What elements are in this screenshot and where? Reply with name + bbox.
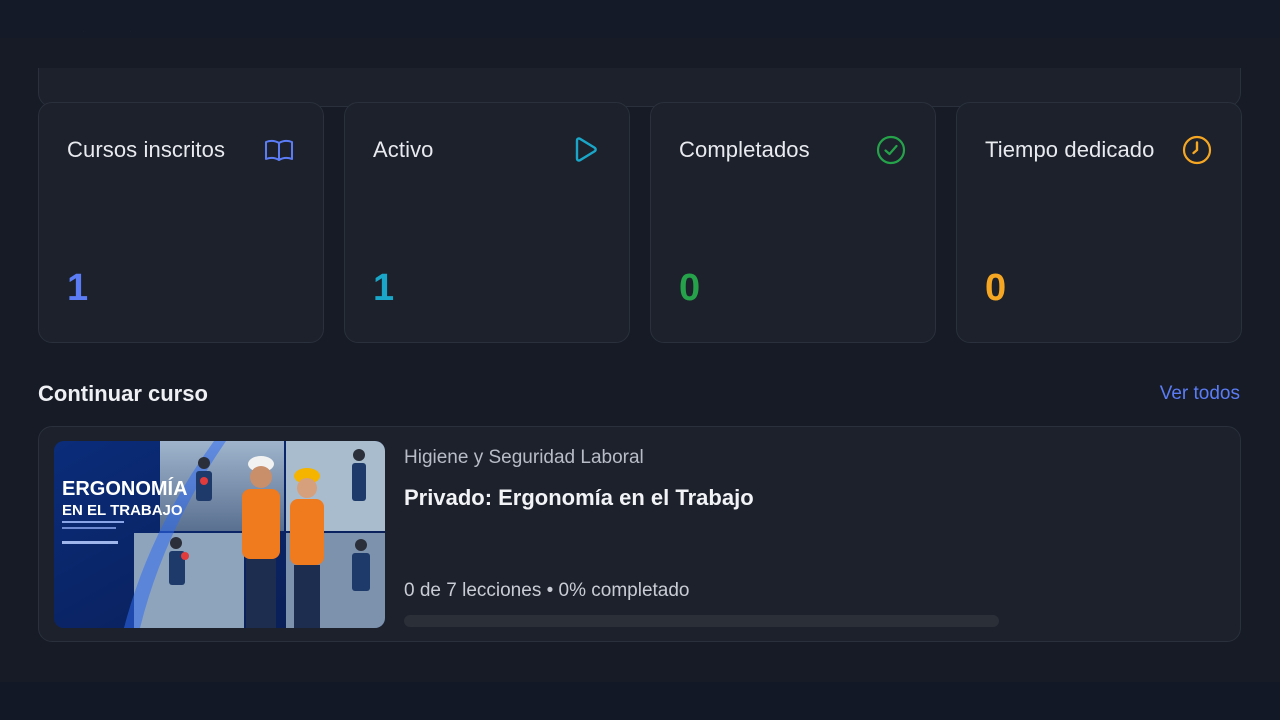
stat-card-time: Tiempo dedicado 0 xyxy=(956,102,1242,343)
stat-label: Cursos inscritos xyxy=(67,137,226,162)
stat-value: 1 xyxy=(67,267,89,309)
stat-card-enrolled: Cursos inscritos 1 xyxy=(38,102,324,343)
course-title[interactable]: Privado: Ergonomía en el Trabajo xyxy=(404,485,754,511)
check-circle-icon xyxy=(875,134,907,166)
stat-label: Completados xyxy=(679,137,810,162)
stat-label: Tiempo dedicado xyxy=(985,137,1155,162)
course-category: Higiene y Seguridad Laboral xyxy=(404,447,644,468)
stat-card-active: Activo 1 xyxy=(344,102,630,343)
stat-value: 0 xyxy=(679,267,701,309)
bottom-bar xyxy=(0,682,1280,720)
continue-section-title: Continuar curso xyxy=(38,381,208,406)
see-all-link[interactable]: Ver todos xyxy=(1160,383,1240,405)
thumbnail-title-line2: EN EL TRABAJO xyxy=(62,502,183,519)
stat-value: 1 xyxy=(373,267,395,309)
stat-label: Activo xyxy=(373,137,434,162)
course-thumbnail-illustration: ERGONOMÍA EN EL TRABAJO xyxy=(54,441,385,628)
course-progress-text: 0 de 7 lecciones • 0% completado xyxy=(404,580,690,601)
top-bar xyxy=(0,0,1280,38)
play-icon xyxy=(569,134,601,166)
stat-value: 0 xyxy=(985,267,1007,309)
course-thumbnail[interactable]: ERGONOMÍA EN EL TRABAJO xyxy=(54,441,385,628)
stat-card-completed: Completados 0 xyxy=(650,102,936,343)
course-progress-bar xyxy=(404,615,999,627)
thumbnail-title-line1: ERGONOMÍA xyxy=(62,477,188,500)
book-open-icon xyxy=(263,134,295,166)
course-card[interactable]: ERGONOMÍA EN EL TRABAJO Higiene y Seguri… xyxy=(38,426,1241,642)
clock-icon xyxy=(1181,134,1213,166)
